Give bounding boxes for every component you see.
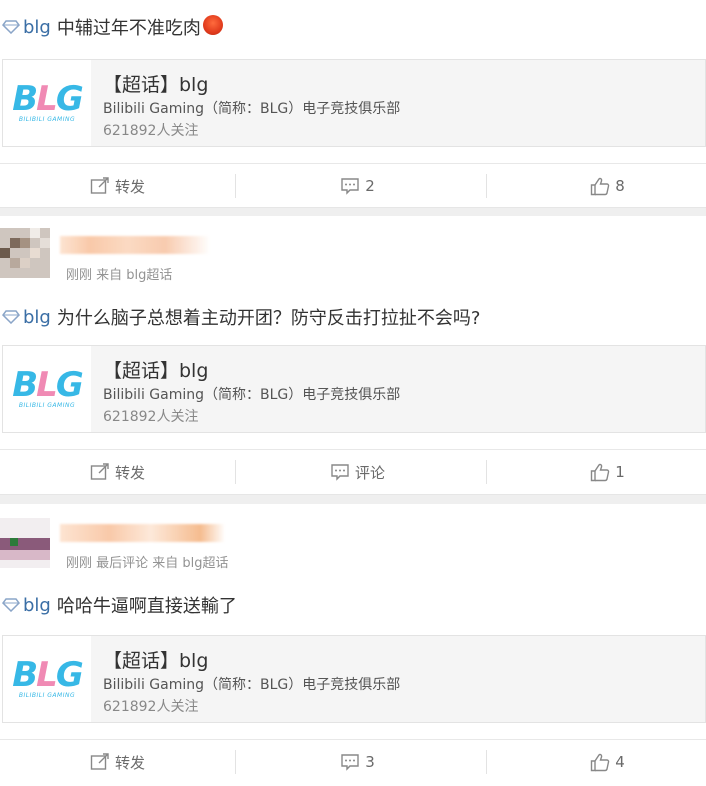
topic-link[interactable]: blg	[23, 595, 51, 616]
username-blurred[interactable]	[60, 236, 210, 254]
post-text-row: blg 中辅过年不准吃肉	[2, 14, 223, 40]
divider	[486, 174, 487, 198]
card-follower-count: 621892人关注	[103, 123, 199, 139]
thumbs-up-icon	[591, 753, 610, 771]
card-title: 【超话】blg	[103, 74, 209, 96]
topic-link[interactable]: blg	[23, 307, 51, 328]
card-title: 【超话】blg	[103, 650, 209, 672]
post-text-row: blg 哈哈牛逼啊直接送輸了	[2, 592, 237, 618]
card-description: Bilibili Gaming（简称：BLG）电子竞技俱乐部	[103, 387, 401, 403]
divider	[235, 750, 236, 774]
repost-button[interactable]: 转发	[0, 164, 235, 208]
repost-icon	[90, 463, 109, 480]
card-description: Bilibili Gaming（简称：BLG）电子竞技俱乐部	[103, 677, 401, 693]
comment-button[interactable]: 评论	[240, 450, 475, 494]
blg-logo: BLG BILIBILI GAMING	[3, 60, 91, 146]
blg-logo: BLG BILIBILI GAMING	[3, 346, 91, 432]
avatar[interactable]	[0, 518, 50, 568]
blg-logo: BLG BILIBILI GAMING	[3, 636, 91, 722]
topic-link[interactable]: blg	[23, 17, 51, 38]
post-2: 刚刚 来自 blg超话 blg 为什么脑子总想着主动开团？防守反击打拉扯不会吗?…	[0, 216, 706, 494]
post-meta: 刚刚 来自 blg超话	[66, 268, 173, 283]
card-follower-count: 621892人关注	[103, 699, 199, 715]
like-button[interactable]: 1	[490, 450, 706, 494]
action-bar: 转发 评论 1	[0, 449, 706, 493]
post-text: 中辅过年不准吃肉	[56, 18, 201, 39]
comment-button[interactable]: 2	[240, 164, 475, 208]
super-topic-diamond-icon	[2, 598, 20, 612]
user-row: 刚刚 最后评论 来自 blg超话	[0, 504, 706, 574]
feed-separator	[0, 207, 706, 216]
action-bar: 转发 3 4	[0, 739, 706, 783]
divider	[486, 750, 487, 774]
like-button[interactable]: 4	[490, 740, 706, 784]
super-topic-diamond-icon	[2, 20, 20, 34]
card-title: 【超话】blg	[103, 360, 209, 382]
repost-icon	[90, 753, 109, 770]
divider	[235, 174, 236, 198]
super-topic-card[interactable]: BLG BILIBILI GAMING 【超话】blg Bilibili Gam…	[2, 59, 706, 147]
divider	[486, 460, 487, 484]
comment-icon	[341, 754, 359, 771]
post-1: blg 中辅过年不准吃肉 BLG BILIBILI GAMING 【超话】blg…	[0, 0, 706, 207]
comment-icon	[341, 178, 359, 195]
divider	[235, 460, 236, 484]
post-text: 为什么脑子总想着主动开团？防守反击打拉扯不会吗?	[56, 308, 481, 329]
repost-button[interactable]: 转发	[0, 450, 235, 494]
repost-icon	[90, 177, 109, 194]
feed-separator	[0, 494, 706, 504]
post-meta: 刚刚 最后评论 来自 blg超话	[66, 556, 229, 571]
card-follower-count: 621892人关注	[103, 409, 199, 425]
super-topic-diamond-icon	[2, 310, 20, 324]
angry-face-emoji-icon	[202, 15, 223, 35]
avatar[interactable]	[0, 228, 50, 278]
thumbs-up-icon	[591, 463, 610, 481]
super-topic-card[interactable]: BLG BILIBILI GAMING 【超话】blg Bilibili Gam…	[2, 345, 706, 433]
username-blurred[interactable]	[60, 524, 225, 542]
card-description: Bilibili Gaming（简称：BLG）电子竞技俱乐部	[103, 101, 401, 117]
thumbs-up-icon	[591, 177, 610, 195]
action-bar: 转发 2 8	[0, 163, 706, 207]
comment-icon	[331, 464, 349, 481]
like-button[interactable]: 8	[490, 164, 706, 208]
user-row: 刚刚 来自 blg超话	[0, 216, 706, 286]
post-text-row: blg 为什么脑子总想着主动开团？防守反击打拉扯不会吗?	[2, 304, 480, 330]
post-text: 哈哈牛逼啊直接送輸了	[56, 596, 237, 617]
comment-button[interactable]: 3	[240, 740, 475, 784]
post-3: 刚刚 最后评论 来自 blg超话 blg 哈哈牛逼啊直接送輸了 BLG BILI…	[0, 504, 706, 786]
super-topic-card[interactable]: BLG BILIBILI GAMING 【超话】blg Bilibili Gam…	[2, 635, 706, 723]
repost-button[interactable]: 转发	[0, 740, 235, 784]
